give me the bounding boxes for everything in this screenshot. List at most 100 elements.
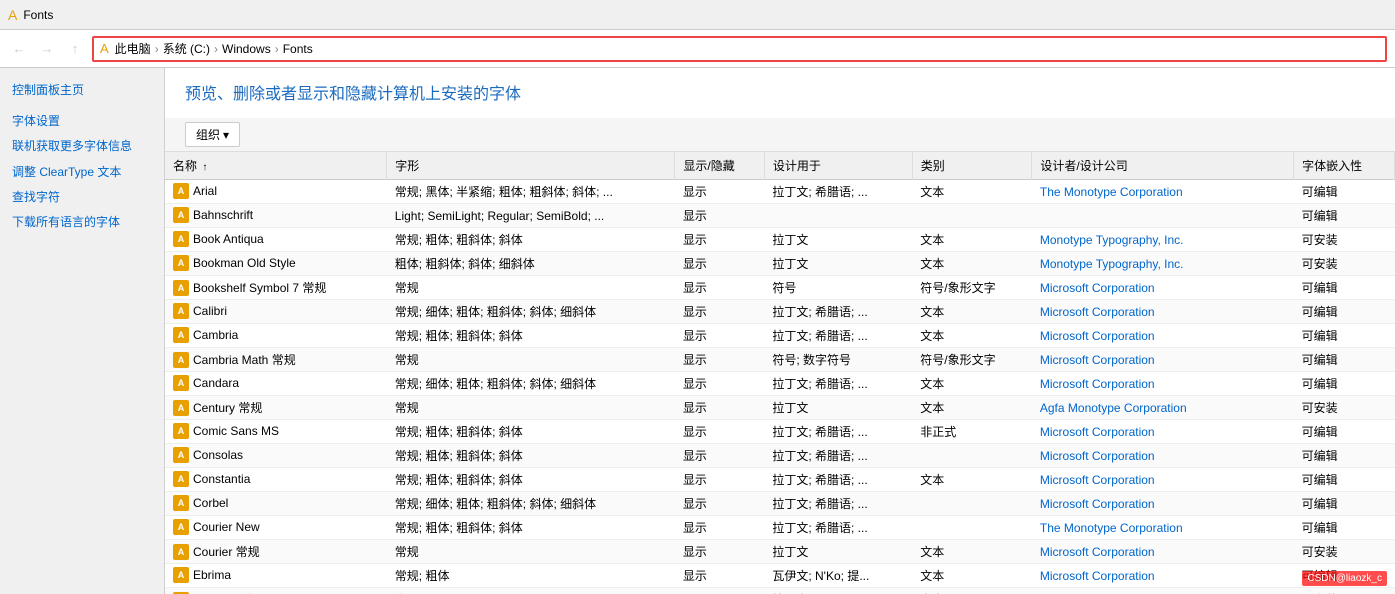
designer-link[interactable]: Monotype Typography, Inc. [1040, 233, 1184, 247]
font-designer-cell: Microsoft Corporation [1032, 300, 1294, 324]
sidebar-home[interactable]: 控制面板主页 [0, 78, 164, 103]
back-button[interactable]: ← [8, 38, 30, 60]
font-style-cell: 常规; 细体; 粗体; 粗斜体; 斜体; 细斜体 [387, 300, 675, 324]
font-type-icon: A [173, 544, 189, 560]
font-embed-cell: 可编辑 [1294, 468, 1395, 492]
font-type-icon: A [173, 303, 189, 319]
designer-link[interactable]: Microsoft Corporation [1040, 497, 1155, 511]
font-name-label: Calibri [193, 304, 227, 318]
sort-arrow: ↑ [202, 162, 207, 173]
designer-link[interactable]: Microsoft Corporation [1040, 545, 1155, 559]
font-table-container[interactable]: 名称 ↑ 字形 显示/隐藏 设计用于 类别 设计者/设计公司 字体嵌入性 AAr… [165, 152, 1395, 594]
designer-link[interactable]: Microsoft Corporation [1040, 305, 1155, 319]
font-show-cell: 显示 [675, 348, 764, 372]
sidebar-font-settings[interactable]: 字体设置 [0, 109, 164, 134]
designer-link[interactable]: Microsoft Corporation [1040, 425, 1155, 439]
sidebar-find-char[interactable]: 查找字符 [0, 185, 164, 210]
designer-link[interactable]: Microsoft Corporation [1040, 353, 1155, 367]
table-row[interactable]: AConstantia常规; 粗体; 粗斜体; 斜体显示拉丁文; 希腊语; ..… [165, 468, 1395, 492]
font-name-label: Book Antiqua [193, 232, 264, 246]
font-design-cell: 拉丁文 [764, 540, 912, 564]
up-button[interactable]: ↑ [64, 38, 86, 60]
font-type-icon: A [173, 207, 189, 223]
font-embed-cell: 可编辑 [1294, 492, 1395, 516]
font-design-cell: 拉丁文; 希腊语; ... [764, 324, 912, 348]
sidebar-cleartype[interactable]: 调整 ClearType 文本 [0, 160, 164, 185]
table-row[interactable]: ABookshelf Symbol 7 常规常规显示符号符号/象形文字Micro… [165, 276, 1395, 300]
font-design-cell: 拉丁文; 希腊语; ... [764, 180, 912, 204]
table-row[interactable]: AArial常规; 黑体; 半紧缩; 粗体; 粗斜体; 斜体; ...显示拉丁文… [165, 180, 1395, 204]
font-style-cell: 常规 [387, 396, 675, 420]
col-style[interactable]: 字形 [387, 152, 675, 180]
font-name-cell: ACentury 常规 [165, 396, 365, 419]
col-design[interactable]: 设计用于 [764, 152, 912, 180]
forward-button[interactable]: → [36, 38, 58, 60]
table-row[interactable]: ABahnschriftLight; SemiLight; Regular; S… [165, 204, 1395, 228]
table-row[interactable]: ABookman Old Style粗体; 粗斜体; 斜体; 细斜体显示拉丁文文… [165, 252, 1395, 276]
font-name-cell: ACandara [165, 372, 365, 394]
table-row[interactable]: AEbrima常规; 粗体显示瓦伊文; N'Ko; 提...文本Microsof… [165, 564, 1395, 588]
table-row[interactable]: ACentury 常规常规显示拉丁文文本Agfa Monotype Corpor… [165, 396, 1395, 420]
designer-link[interactable]: Microsoft Corporation [1040, 377, 1155, 391]
col-designer[interactable]: 设计者/设计公司 [1032, 152, 1294, 180]
font-designer-cell: Microsoft Corporation [1032, 540, 1294, 564]
font-style-cell: 常规 [387, 540, 675, 564]
font-name-cell: A Calibri [165, 300, 365, 322]
font-embed-cell: 可安装 [1294, 228, 1395, 252]
table-row[interactable]: ACandara常规; 细体; 粗体; 粗斜体; 斜体; 细斜体显示拉丁文; 希… [165, 372, 1395, 396]
table-row[interactable]: ABook Antiqua常规; 粗体; 粗斜体; 斜体显示拉丁文文本Monot… [165, 228, 1395, 252]
font-type-icon: A [173, 423, 189, 439]
table-row[interactable]: ACalibri常规; 细体; 粗体; 粗斜体; 斜体; 细斜体显示拉丁文; 希… [165, 300, 1395, 324]
table-row[interactable]: ACourier 常规常规显示拉丁文文本Microsoft Corporatio… [165, 540, 1395, 564]
font-style-cell: 常规; 细体; 粗体; 粗斜体; 斜体; 细斜体 [387, 492, 675, 516]
designer-link[interactable]: Microsoft Corporation [1040, 473, 1155, 487]
font-designer-cell: Microsoft Corporation [1032, 348, 1294, 372]
font-name-label: Courier New [193, 520, 260, 534]
col-visibility[interactable]: 显示/隐藏 [675, 152, 764, 180]
col-category[interactable]: 类别 [912, 152, 1032, 180]
sidebar-download-all[interactable]: 下载所有语言的字体 [0, 210, 164, 235]
font-name-cell: ACorbel [165, 492, 365, 514]
font-name-label: Consolas [193, 448, 243, 462]
font-show-cell: 显示 [675, 180, 764, 204]
sidebar-online-fonts[interactable]: 联机获取更多字体信息 [0, 134, 164, 159]
font-show-cell: 显示 [675, 516, 764, 540]
font-design-cell: 拉丁文; 希腊语; ... [764, 492, 912, 516]
col-name[interactable]: 名称 ↑ [165, 152, 387, 180]
designer-link[interactable]: Microsoft Corporation [1040, 569, 1155, 583]
designer-link[interactable]: Monotype Typography, Inc. [1040, 257, 1184, 271]
font-embed-cell: 可编辑 [1294, 276, 1395, 300]
font-category-cell: 文本 [912, 540, 1032, 564]
table-row[interactable]: ACambria Math 常规常规显示符号; 数字符号符号/象形文字Micro… [165, 348, 1395, 372]
table-row[interactable]: ACambria常规; 粗体; 粗斜体; 斜体显示拉丁文; 希腊语; ...文本… [165, 324, 1395, 348]
designer-link[interactable]: Microsoft Corporation [1040, 329, 1155, 343]
font-show-cell: 显示 [675, 324, 764, 348]
designer-link[interactable]: Microsoft Corporation [1040, 281, 1155, 295]
table-row[interactable]: AFixedsys 常规常规显示拉丁文文本Microsoft Corporati… [165, 588, 1395, 594]
font-style-cell: 常规; 粗体; 粗斜体; 斜体 [387, 444, 675, 468]
table-row[interactable]: AConsolas常规; 粗体; 粗斜体; 斜体显示拉丁文; 希腊语; ...M… [165, 444, 1395, 468]
designer-link[interactable]: Microsoft Corporation [1040, 449, 1155, 463]
table-row[interactable]: ACourier New常规; 粗体; 粗斜体; 斜体显示拉丁文; 希腊语; .… [165, 516, 1395, 540]
font-type-icon: A [173, 375, 189, 391]
font-name-cell: ABookman Old Style [165, 252, 365, 274]
designer-link[interactable]: The Monotype Corporation [1040, 521, 1183, 535]
toolbar: 组织 ▾ [165, 118, 1395, 152]
breadcrumb-drive[interactable]: 系统 (C:) [163, 40, 210, 57]
font-table-body: AArial常规; 黑体; 半紧缩; 粗体; 粗斜体; 斜体; ...显示拉丁文… [165, 180, 1395, 594]
font-category-cell [912, 516, 1032, 540]
designer-link[interactable]: Agfa Monotype Corporation [1040, 401, 1187, 415]
table-row[interactable]: AComic Sans MS常规; 粗体; 粗斜体; 斜体显示拉丁文; 希腊语;… [165, 420, 1395, 444]
organize-button[interactable]: 组织 ▾ [185, 122, 240, 147]
breadcrumb-fonts[interactable]: Fonts [283, 42, 313, 56]
breadcrumb-pc[interactable]: 此电脑 [115, 40, 151, 57]
chevron-down-icon: ▾ [223, 128, 229, 142]
font-embed-cell: 可编辑 [1294, 180, 1395, 204]
font-name-label: Bahnschrift [193, 208, 253, 222]
col-embed[interactable]: 字体嵌入性 [1294, 152, 1395, 180]
table-row[interactable]: ACorbel常规; 细体; 粗体; 粗斜体; 斜体; 细斜体显示拉丁文; 希腊… [165, 492, 1395, 516]
font-designer-cell: Microsoft Corporation [1032, 276, 1294, 300]
designer-link[interactable]: The Monotype Corporation [1040, 185, 1183, 199]
breadcrumb-windows[interactable]: Windows [222, 42, 271, 56]
font-name-label: Courier 常规 [193, 543, 260, 560]
